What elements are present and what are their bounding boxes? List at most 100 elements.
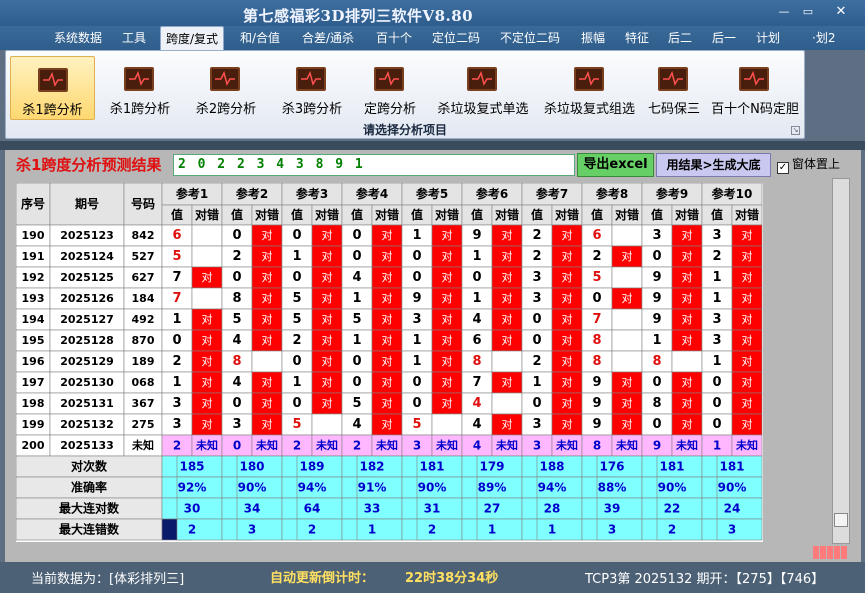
ribbon-kill-junk-group[interactable]: 杀垃圾复式组选: [538, 56, 641, 120]
menu-diff-kill[interactable]: 合差/通杀: [302, 26, 354, 50]
ribbon-n-code-bile[interactable]: 百十个N码定胆: [708, 56, 802, 120]
wrong-cell: [191, 287, 223, 310]
status-bar: 当前数据为：[体彩排列三] 自动更新倒计时： 22时38分34秒 TCP3第 2…: [0, 562, 865, 593]
correct-text: 对: [322, 375, 333, 389]
value-text: 2: [532, 228, 541, 243]
stat-value: 89%: [478, 481, 507, 495]
menu-nonposition-two[interactable]: 不定位二码: [500, 26, 560, 50]
ribbon-label: 杀2跨分析: [195, 102, 257, 117]
chart-icon: [296, 67, 326, 91]
unknown-value-text: 1: [713, 439, 721, 453]
current-data-source: 当前数据为：[体彩排列三]: [31, 572, 185, 587]
ribbon-seven-keep-three[interactable]: 七码保三: [643, 56, 705, 120]
scroll-thumb[interactable]: [834, 513, 848, 527]
value-text: 8: [232, 354, 241, 369]
ribbon-fixed-span[interactable]: 定跨分析: [357, 56, 423, 120]
row-number-text: 627: [132, 271, 155, 284]
value-text: 6: [592, 228, 601, 243]
maximize-icon[interactable]: ▭: [797, 4, 819, 20]
ribbon-kill2-span[interactable]: 杀2跨分析: [186, 56, 266, 120]
value-text: 0: [652, 249, 661, 264]
menu-last-one[interactable]: 后一: [712, 26, 736, 50]
menu-plan[interactable]: 计划: [756, 26, 780, 50]
menu-feature[interactable]: 特征: [625, 26, 649, 50]
value-text: 1: [712, 354, 721, 369]
correct-text: 对: [622, 291, 633, 305]
correct-text: 对: [682, 375, 693, 389]
ribbon-label: 杀1跨分析: [109, 102, 171, 117]
value-text: 0: [352, 228, 361, 243]
stat-value: 181: [419, 460, 444, 474]
stat-value: 31: [424, 502, 441, 516]
menu-system-data[interactable]: 系统数据: [54, 26, 102, 50]
wrong-cell: [311, 413, 343, 436]
countdown-label: 自动更新倒计时：: [270, 571, 375, 586]
stat-value-cell: [176, 518, 223, 541]
stat-value: 181: [719, 460, 744, 474]
value-text: 5: [292, 312, 301, 327]
correct-text: 对: [442, 291, 453, 305]
correct-text: 对: [202, 375, 213, 389]
ribbon-label: 杀3跨分析: [281, 102, 343, 117]
value-text: 1: [292, 375, 301, 390]
value-text: 1: [652, 333, 661, 348]
ribbon-kill1-span[interactable]: 杀1跨分析: [102, 56, 178, 120]
value-text: 0: [472, 270, 481, 285]
row-issue-text: 2025127: [60, 313, 114, 326]
pin-window-checkbox[interactable]: ✓ 窗体置上: [777, 155, 840, 174]
value-text: 0: [412, 270, 421, 285]
header-ref-label: 参考10: [712, 186, 753, 201]
ribbon-kill1-span-selected[interactable]: 杀1跨分析: [10, 56, 95, 120]
header-status-label: 对错: [315, 207, 339, 222]
row-issue-text: 2025124: [60, 250, 114, 263]
stat-value: 33: [364, 502, 381, 516]
ribbon-kill-junk-single[interactable]: 杀垃圾复式单选: [431, 56, 535, 120]
correct-text: 对: [502, 417, 513, 431]
stat-value-cell: [236, 518, 283, 541]
correct-text: 对: [682, 312, 693, 326]
menu-plan-2[interactable]: ·划2: [812, 26, 835, 50]
stat-value: 1: [548, 523, 556, 537]
header-issue-label: 期号: [75, 196, 99, 211]
menu-position-two[interactable]: 定位二码: [432, 26, 480, 50]
stat-value: 2: [668, 523, 676, 537]
ribbon-label: 百十个N码定胆: [711, 102, 799, 117]
row-number-text: 未知: [131, 438, 154, 452]
menu-span-compound[interactable]: 跨度/复式: [160, 26, 225, 51]
header-ref-label: 参考7: [536, 186, 568, 201]
correct-text: 对: [202, 396, 213, 410]
result-field[interactable]: 2 0 2 2 3 4 3 8 9 1: [173, 154, 575, 176]
value-text: 3: [712, 312, 721, 327]
ribbon-kill3-span[interactable]: 杀3跨分析: [272, 56, 352, 120]
menu-sum[interactable]: 和/合值: [240, 26, 280, 50]
stat-value: 90%: [238, 481, 267, 495]
close-icon[interactable]: ✕: [830, 4, 852, 20]
header-ref-label: 参考4: [356, 186, 388, 201]
menu-tools[interactable]: 工具: [122, 26, 146, 50]
value-text: 5: [292, 417, 301, 432]
header-status-label: 对错: [675, 207, 699, 222]
menu-hundreds-tens-units[interactable]: 百十个: [376, 26, 412, 50]
stat-value: 90%: [658, 481, 687, 495]
header-number-label: 号码: [131, 196, 155, 211]
menu-amplitude[interactable]: 振幅: [581, 26, 605, 50]
expand-icon[interactable]: ↘: [791, 126, 800, 135]
value-text: 5: [292, 291, 301, 306]
header-value-label: 值: [231, 207, 243, 222]
value-text: 5: [172, 249, 181, 264]
stat-value: 185: [179, 460, 204, 474]
menu-last-two[interactable]: 后二: [668, 26, 692, 50]
value-text: 5: [592, 270, 601, 285]
vertical-scrollbar[interactable]: [832, 178, 850, 544]
correct-text: 对: [502, 249, 513, 263]
export-excel-button[interactable]: 导出excel: [577, 153, 654, 177]
header-status-label: 对错: [255, 207, 279, 222]
value-text: 3: [712, 333, 721, 348]
value-text: 1: [412, 333, 421, 348]
minimize-icon[interactable]: —: [773, 4, 795, 20]
value-text: 3: [652, 228, 661, 243]
value-text: 1: [352, 333, 361, 348]
chart-icon: [38, 68, 68, 92]
generate-base-button[interactable]: 用结果>生成大底: [656, 153, 771, 177]
value-text: 2: [592, 249, 601, 264]
